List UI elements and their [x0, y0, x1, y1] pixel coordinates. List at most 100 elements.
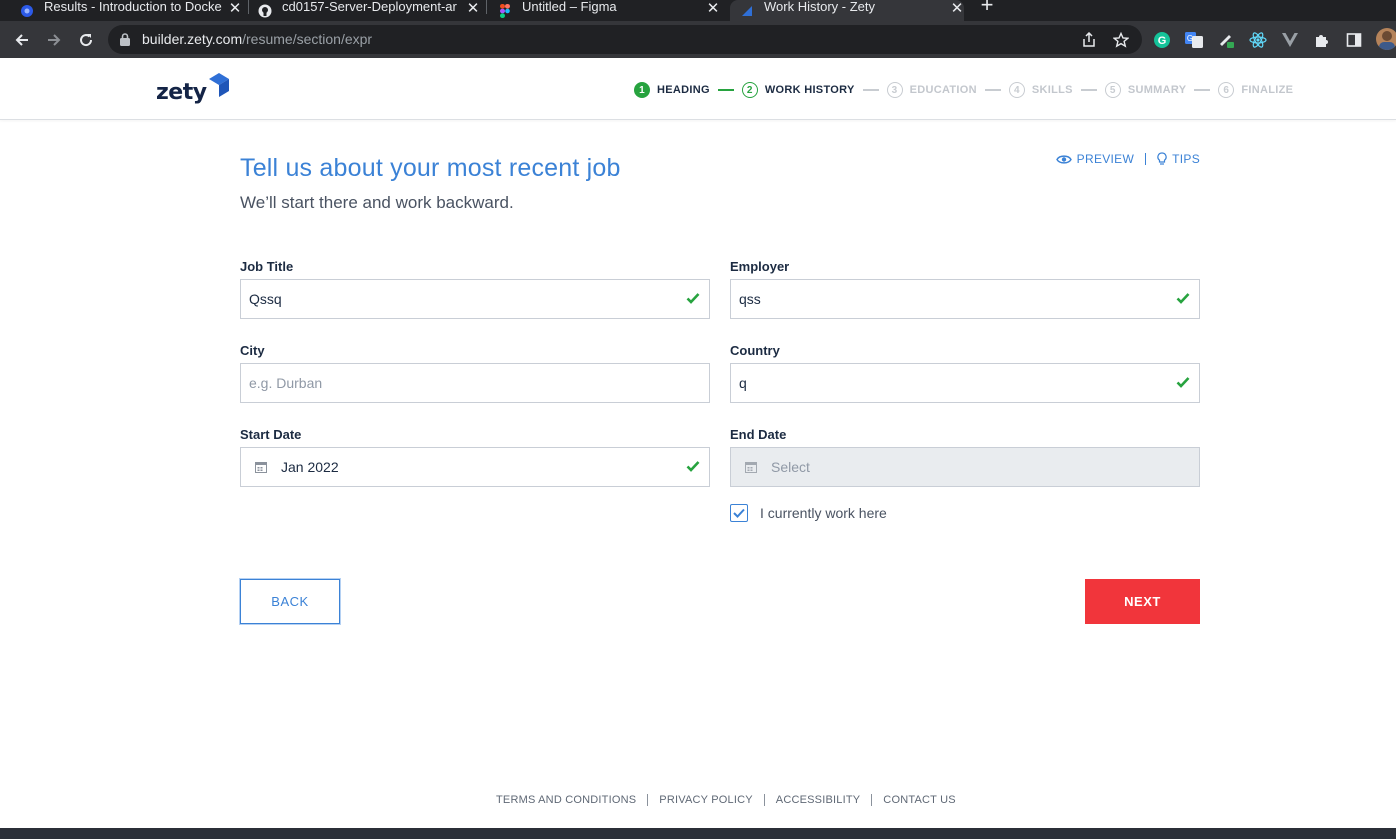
logo-text: zety	[156, 80, 207, 105]
browser-tab[interactable]: cd0157-Server-Deployment-ar ✕	[258, 0, 480, 21]
step-label: FINALIZE	[1241, 84, 1294, 96]
tab-title: cd0157-Server-Deployment-ar	[282, 0, 457, 14]
browser-tab[interactable]: Results - Introduction to Docke ✕	[20, 0, 242, 21]
forward-arrow-icon[interactable]	[43, 29, 65, 51]
side-panel-icon[interactable]	[1345, 31, 1363, 49]
tab-title: Untitled – Figma	[522, 0, 617, 14]
utility-links: PREVIEW TIPS	[1055, 152, 1200, 166]
step-label: SUMMARY	[1127, 84, 1187, 96]
step-heading[interactable]: 1 HEADING	[634, 82, 710, 98]
address-bar[interactable]: builder.zety.com/resume/section/expr	[108, 25, 1142, 54]
step-skills: 4 SKILLS	[1008, 82, 1073, 98]
tips-link[interactable]: TIPS	[1157, 152, 1200, 166]
contact-us-link[interactable]: CONTACT US	[883, 794, 956, 806]
step-connector	[984, 89, 1001, 91]
calendar-icon	[745, 462, 757, 473]
step-number: 6	[1218, 82, 1235, 98]
start-date-picker[interactable]: Jan 2022	[240, 447, 710, 487]
step-number: 4	[1008, 82, 1025, 98]
footer-links: TERMS AND CONDITIONS PRIVACY POLICY ACCE…	[496, 794, 956, 806]
job-title-label: Job Title	[240, 259, 294, 274]
site-header: zety 1 HEADING 2 WORK HISTORY 3 EDUCATIO…	[0, 58, 1396, 120]
step-label: HEADING	[657, 84, 710, 96]
profile-avatar[interactable]	[1376, 28, 1396, 50]
lock-icon[interactable]	[120, 33, 130, 51]
zety-logo[interactable]: zety	[156, 73, 229, 105]
step-connector	[717, 89, 734, 91]
tips-label: TIPS	[1172, 152, 1200, 166]
vue-devtools-icon[interactable]	[1281, 31, 1299, 49]
tab-divider	[486, 0, 487, 14]
divider	[1145, 153, 1147, 165]
page-title: Tell us about your most recent job	[240, 154, 621, 182]
next-button[interactable]: NEXT	[1085, 579, 1200, 624]
check-icon	[1176, 377, 1190, 388]
job-title-value: Qssq	[249, 291, 282, 307]
preview-link[interactable]: PREVIEW	[1055, 152, 1134, 166]
translate-icon[interactable]: G	[1185, 31, 1203, 49]
reload-icon[interactable]	[75, 29, 97, 51]
country-label: Country	[730, 343, 780, 358]
tab-divider	[248, 0, 249, 14]
step-connector	[862, 89, 879, 91]
calendar-icon	[255, 462, 267, 473]
employer-input[interactable]: qss	[730, 279, 1200, 319]
close-tab-icon[interactable]: ✕	[228, 0, 242, 17]
step-label: SKILLS	[1031, 84, 1073, 96]
divider	[647, 794, 649, 806]
back-button[interactable]: BACK	[240, 579, 340, 624]
city-label: City	[240, 343, 265, 358]
close-tab-icon[interactable]: ✕	[706, 0, 720, 17]
employer-value: qss	[739, 291, 761, 307]
start-date-label: Start Date	[240, 427, 302, 442]
divider	[763, 794, 765, 806]
start-date-value: Jan 2022	[281, 459, 339, 475]
step-label: EDUCATION	[909, 84, 977, 96]
city-input[interactable]: e.g. Durban	[240, 363, 710, 403]
tab-title: Results - Introduction to Docke	[44, 0, 222, 14]
country-value: q	[739, 375, 747, 391]
browser-tab-active[interactable]: Work History - Zety ✕	[730, 0, 964, 21]
share-icon[interactable]	[1080, 31, 1098, 49]
figma-icon	[498, 3, 512, 18]
job-title-input[interactable]: Qssq	[240, 279, 710, 319]
new-tab-button[interactable]: +	[977, 0, 997, 16]
url-host: builder.zety.com	[142, 31, 243, 47]
close-tab-icon[interactable]: ✕	[950, 0, 964, 17]
bookmark-star-icon[interactable]	[1112, 31, 1130, 49]
pen-extension-icon[interactable]	[1217, 31, 1235, 49]
currently-work-here-label[interactable]: I currently work here	[760, 505, 887, 521]
react-devtools-icon[interactable]	[1249, 31, 1267, 49]
zety-favicon-icon	[740, 4, 754, 18]
check-icon	[686, 461, 700, 472]
close-tab-icon[interactable]: ✕	[466, 0, 480, 17]
eye-icon	[1055, 154, 1072, 164]
lightbulb-icon	[1157, 152, 1167, 165]
country-input[interactable]: q	[730, 363, 1200, 403]
step-number: 2	[741, 82, 758, 98]
step-work-history[interactable]: 2 WORK HISTORY	[741, 82, 855, 98]
page-subtitle: We’ll start there and work backward.	[240, 193, 514, 212]
extensions-puzzle-icon[interactable]	[1313, 31, 1331, 49]
url-path: /resume/section/expr	[242, 31, 373, 47]
employer-label: Employer	[730, 259, 790, 274]
step-connector	[1194, 89, 1211, 91]
divider	[871, 794, 873, 806]
back-arrow-icon[interactable]	[11, 29, 33, 51]
step-label: WORK HISTORY	[764, 84, 855, 96]
terms-link[interactable]: TERMS AND CONDITIONS	[496, 794, 636, 806]
grammarly-icon[interactable]: G	[1153, 31, 1171, 49]
step-number: 5	[1104, 82, 1121, 98]
bottom-bar	[0, 828, 1396, 839]
step-number: 3	[886, 82, 903, 98]
step-connector	[1080, 89, 1097, 91]
browser-tab-strip: Results - Introduction to Docke ✕ cd0157…	[0, 0, 1396, 21]
accessibility-link[interactable]: ACCESSIBILITY	[776, 794, 861, 806]
currently-work-here-checkbox[interactable]	[730, 504, 748, 522]
end-date-placeholder: Select	[771, 459, 810, 475]
logo-mark-icon	[208, 73, 229, 97]
docker-icon	[20, 4, 34, 18]
browser-tab[interactable]: Untitled – Figma ✕	[498, 0, 720, 21]
step-number: 1	[634, 82, 650, 98]
privacy-policy-link[interactable]: PRIVACY POLICY	[659, 794, 752, 806]
